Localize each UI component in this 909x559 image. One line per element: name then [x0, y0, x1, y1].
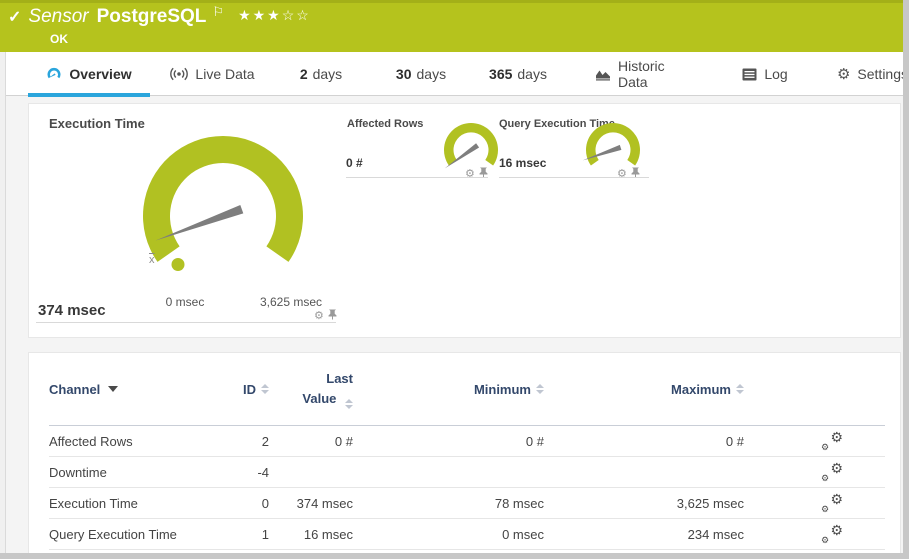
channel-settings-gears-icon[interactable]: ⚙ ⚙: [821, 460, 843, 483]
channel-maximum: 0 #: [725, 433, 744, 449]
tab-2-days[interactable]: 2 days: [290, 52, 352, 96]
channel-id: 0: [261, 495, 269, 511]
channel-settings-gears-icon[interactable]: ⚙ ⚙: [821, 429, 843, 452]
channel-minimum: 0 msec: [502, 526, 544, 542]
channels-table: Channel ID Last Value Minimum Maximum Af…: [49, 353, 885, 550]
tab-live-data[interactable]: Live Data: [165, 52, 260, 96]
channel-last-value: 16 msec: [303, 526, 353, 542]
channel-id: 2: [261, 433, 269, 449]
tab-log[interactable]: Log: [735, 52, 795, 96]
channel-last-value: 374 msec: [296, 495, 353, 511]
sort-icon: [345, 398, 353, 409]
tab-365-days[interactable]: 365 days: [482, 52, 554, 96]
execution-time-gauge: [143, 135, 303, 271]
channel-settings-gears-icon[interactable]: ⚙ ⚙: [821, 522, 843, 545]
column-header-maximum[interactable]: Maximum: [544, 382, 744, 397]
priority-star-rating[interactable]: ★★★☆☆: [238, 7, 311, 24]
table-row-execution-time: Execution Time 0 374 msec 78 msec 3,625 …: [49, 488, 885, 519]
pin-icon[interactable]: [479, 165, 488, 183]
column-header-last-value[interactable]: Last Value: [269, 369, 353, 409]
query-execution-time-value: 16 msec: [499, 156, 547, 170]
channel-last-value: 0 #: [334, 433, 353, 449]
table-header-row: Channel ID Last Value Minimum Maximum: [49, 353, 885, 426]
sort-icon: [261, 384, 269, 394]
query-execution-time-gauge: [582, 122, 640, 166]
channel-maximum: 3,625 msec: [676, 495, 744, 511]
tab-historic-data[interactable]: Historic Data: [595, 52, 697, 96]
pin-icon[interactable]: [631, 165, 640, 183]
sort-icon: [736, 384, 744, 394]
affected-rows-value: 0 #: [346, 156, 363, 170]
table-row-affected-rows: Affected Rows 2 0 # 0 # 0 # ⚙ ⚙: [49, 426, 885, 457]
channel-name: Query Execution Time: [49, 526, 177, 542]
gauges-panel: Execution Time x 0 msec 3,625 msec 374 m…: [28, 103, 901, 338]
channel-minimum: 78 msec: [494, 495, 544, 511]
sort-icon: [536, 384, 544, 394]
gauge-scale-min: 0 msec: [165, 295, 205, 309]
execution-time-value: 374 msec: [38, 302, 106, 319]
sensor-name: PostgreSQL: [96, 6, 207, 27]
sensor-type-label: Sensor: [28, 6, 89, 27]
tab-overview[interactable]: Overview: [28, 52, 150, 97]
channel-id: -4: [257, 464, 269, 480]
channel-name: Affected Rows: [49, 433, 133, 449]
tab-30-days[interactable]: 30 days: [385, 52, 457, 96]
prtg-sensor-page: ✓ Sensor PostgreSQL ⚐ ★★★☆☆ OK Overview: [0, 0, 909, 559]
channel-name: Downtime: [49, 464, 107, 480]
status-badge: OK: [50, 32, 68, 46]
channel-minimum: 0 #: [525, 433, 544, 449]
log-icon: [742, 68, 757, 81]
frame-left-edge: [0, 52, 6, 559]
gear-icon: ⚙: [836, 65, 851, 83]
sort-caret-icon: [108, 386, 119, 392]
tab-bar: Overview Live Data 2 days 30 days 365 da…: [0, 52, 909, 97]
table-row-query-execution-time: Query Execution Time 1 16 msec 0 msec 23…: [49, 519, 885, 550]
table-row-downtime: Downtime -4 ⚙ ⚙: [49, 457, 885, 488]
channel-settings-gears-icon[interactable]: ⚙ ⚙: [821, 491, 843, 514]
active-tab-underline: [28, 93, 150, 97]
channel-maximum: 234 msec: [687, 526, 744, 542]
live-data-icon: [170, 67, 189, 81]
frame-right-edge: [903, 0, 909, 559]
average-marker-label: x: [149, 254, 155, 266]
column-header-id[interactable]: ID: [239, 382, 269, 397]
gauge-icon: [46, 66, 62, 82]
gear-icon[interactable]: ⚙: [314, 310, 324, 322]
gauge-title-affected-rows: Affected Rows: [347, 118, 424, 130]
historic-chart-icon: [595, 67, 611, 81]
column-header-channel[interactable]: Channel: [49, 382, 239, 397]
channels-table-panel: Channel ID Last Value Minimum Maximum Af…: [28, 352, 901, 559]
flag-icon[interactable]: ⚐: [212, 4, 224, 20]
status-check-icon: ✓: [8, 9, 22, 26]
tab-settings[interactable]: ⚙ Settings: [830, 52, 909, 96]
frame-bottom-edge: [0, 553, 909, 559]
sensor-header: ✓ Sensor PostgreSQL ⚐ ★★★☆☆ OK: [0, 0, 909, 52]
column-header-minimum[interactable]: Minimum: [353, 382, 544, 397]
channel-id: 1: [261, 526, 269, 542]
channel-name: Execution Time: [49, 495, 138, 511]
